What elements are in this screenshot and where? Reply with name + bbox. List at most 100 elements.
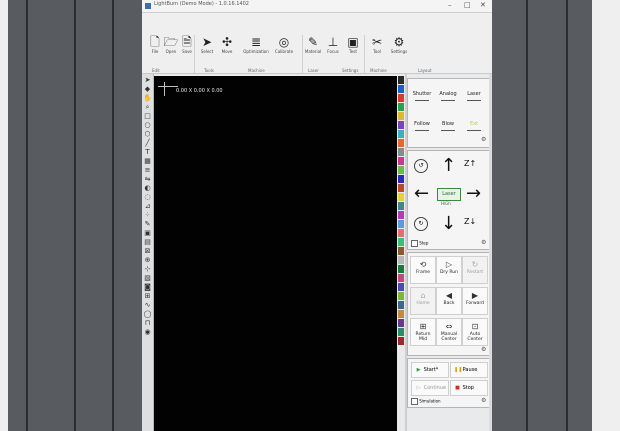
position-icon[interactable]: ⊹ [143, 265, 152, 273]
polygon-icon[interactable]: ⬡ [143, 130, 152, 138]
arrow-up-icon[interactable]: ↑ [441, 157, 456, 175]
rotate-ccw-button[interactable]: ↺ [414, 159, 428, 173]
color-swatch[interactable] [398, 220, 404, 228]
simulation-option[interactable]: Simulation [411, 398, 441, 405]
arrow-left-icon[interactable]: ← [414, 185, 429, 203]
auto-center-button[interactable]: ⊡ Auto Center [462, 318, 488, 346]
color-swatch[interactable] [398, 175, 404, 183]
preview-icon[interactable]: ◉ [143, 328, 152, 336]
pointer-icon[interactable]: ➤ [143, 76, 152, 84]
blow-toggle[interactable]: Blow [438, 121, 458, 131]
back-button[interactable]: ◀ Back [436, 287, 462, 315]
frame-button[interactable]: ⟲ Frame [410, 256, 436, 284]
color-swatch[interactable] [398, 148, 404, 156]
color-swatch[interactable] [398, 229, 404, 237]
analog-toggle[interactable]: Analog [438, 91, 458, 101]
tab-tool-icon[interactable]: ⊓ [143, 319, 152, 327]
manual-center-button[interactable]: ⇔ Manual Center [436, 318, 462, 346]
arrow-down-icon[interactable]: ↓ [441, 215, 456, 233]
color-swatch[interactable] [398, 121, 404, 129]
color-swatch[interactable] [398, 94, 404, 102]
settings-button[interactable]: ⚙ Settings [388, 35, 410, 54]
color-swatch[interactable] [398, 103, 404, 111]
shutter-toggle[interactable]: Shutter [412, 91, 432, 101]
return-mid-button[interactable]: ⊞ Return Mid [410, 318, 436, 346]
align-icon[interactable]: ≡ [143, 166, 152, 174]
path-icon[interactable]: ∿ [143, 301, 152, 309]
dry-run-button[interactable]: ▷ Dry Run [436, 256, 462, 284]
right-scrollbar[interactable] [489, 74, 492, 431]
select-button[interactable]: ➤ Select [196, 35, 218, 54]
gear-icon[interactable]: ⚙ [481, 136, 486, 143]
mirror-icon[interactable]: ⇋ [143, 175, 152, 183]
calibrate-button[interactable]: ◎ Calibrate [270, 35, 298, 54]
color-swatch[interactable] [398, 247, 404, 255]
line-icon[interactable]: ╱ [143, 139, 152, 147]
material-button[interactable]: ✎ Material [302, 35, 324, 54]
measure-icon[interactable]: ⊿ [143, 202, 152, 210]
color-swatch[interactable] [398, 301, 404, 309]
arrow-right-icon[interactable]: → [466, 185, 481, 203]
minimize-button[interactable]: – [448, 1, 452, 9]
zoom-icon[interactable]: ⌕ [143, 103, 152, 111]
color-swatch[interactable] [398, 256, 404, 264]
optimization-button[interactable]: ≣ Optimization [242, 35, 270, 54]
close-button[interactable]: ✕ [480, 1, 486, 9]
node-icon[interactable]: ◆ [143, 85, 152, 93]
color-swatch[interactable] [398, 157, 404, 165]
color-swatch[interactable] [398, 274, 404, 282]
weld-icon[interactable]: ◐ [143, 184, 152, 192]
simulation-checkbox[interactable] [411, 398, 418, 405]
pan-icon[interactable]: ✋ [143, 94, 152, 102]
laser-toggle[interactable]: Laser [464, 91, 484, 101]
restart-button[interactable]: ↻ Restart [462, 256, 488, 284]
color-swatch[interactable] [398, 211, 404, 219]
color-swatch[interactable] [398, 76, 404, 84]
rotate-cw-button[interactable]: ↻ [414, 217, 428, 231]
stop-button[interactable]: ■ Stop [450, 380, 488, 396]
text-icon[interactable]: T [143, 148, 152, 156]
array-icon[interactable]: ⁘ [143, 211, 152, 219]
z-down-button[interactable]: Z↓ [464, 217, 476, 226]
tool-button[interactable]: ✂ Tool [366, 35, 388, 54]
color-swatch[interactable] [398, 202, 404, 210]
test-button[interactable]: ▣ Test [342, 35, 364, 54]
color-swatch[interactable] [398, 283, 404, 291]
color-swatch[interactable] [398, 337, 404, 345]
color-swatch[interactable] [398, 85, 404, 93]
group-icon[interactable]: ▣ [143, 229, 152, 237]
maximize-button[interactable]: □ [464, 1, 471, 9]
continue-button[interactable]: ▷ Continue [411, 380, 449, 396]
step-option[interactable]: Step [411, 240, 428, 247]
step-checkbox[interactable] [411, 240, 418, 247]
focus-button[interactable]: ⊥ Focus [322, 35, 344, 54]
color-swatch[interactable] [398, 238, 404, 246]
color-swatch[interactable] [398, 310, 404, 318]
grid-icon[interactable]: ▦ [143, 157, 152, 165]
gear-icon[interactable]: ⚙ [481, 239, 486, 246]
z-up-button[interactable]: Z↑ [464, 159, 476, 168]
home-button[interactable]: ⌂ Home [410, 287, 436, 315]
color-swatch[interactable] [398, 328, 404, 336]
camera-icon[interactable]: ◙ [143, 283, 152, 291]
follow-toggle[interactable]: Follow [412, 121, 432, 131]
ellipse-icon[interactable]: ○ [143, 121, 152, 129]
image-icon[interactable]: ▧ [143, 274, 152, 282]
offset-icon[interactable]: ◌ [143, 193, 152, 201]
color-swatch[interactable] [398, 265, 404, 273]
nest-icon[interactable]: ⊞ [143, 292, 152, 300]
pause-button[interactable]: ❚❚ Pause [450, 362, 488, 378]
trace-icon[interactable]: ✎ [143, 220, 152, 228]
boolean-icon[interactable]: ⊕ [143, 256, 152, 264]
start-button[interactable]: ▶ Start* [411, 362, 449, 378]
color-swatch[interactable] [398, 112, 404, 120]
move-button[interactable]: ✣ Move [216, 35, 238, 54]
ungroup-icon[interactable]: ▤ [143, 238, 152, 246]
gear-icon[interactable]: ⚙ [481, 346, 486, 353]
forward-button[interactable]: ▶ Forward [462, 287, 488, 315]
circle-tool-icon[interactable]: ◯ [143, 310, 152, 318]
design-canvas[interactable]: 0.00 X 0.00 X 0.00 [154, 76, 397, 431]
color-swatch[interactable] [398, 130, 404, 138]
lock-icon[interactable]: ⊠ [143, 247, 152, 255]
color-swatch[interactable] [398, 193, 404, 201]
